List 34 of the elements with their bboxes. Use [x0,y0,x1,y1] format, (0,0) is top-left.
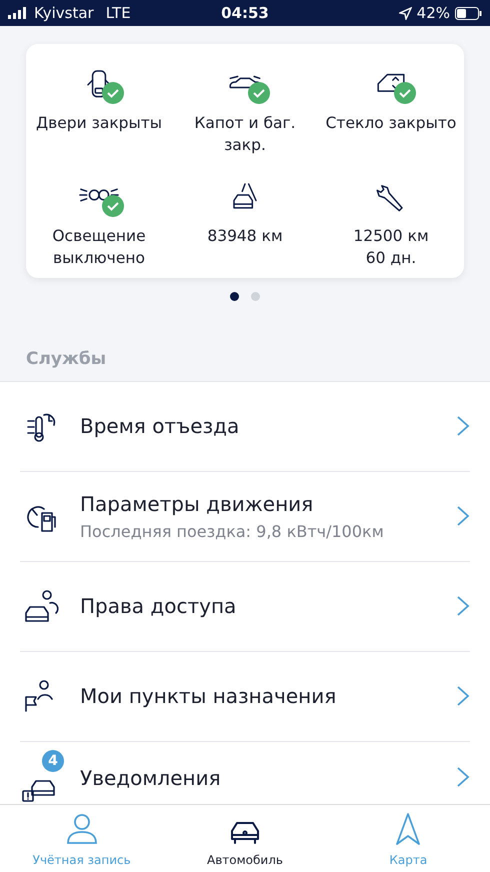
location-arrow-icon [398,6,412,20]
page-dot[interactable] [251,292,260,301]
status-label: 83948 км [207,226,283,247]
tab[interactable]: Автомобиль [163,805,327,872]
section-title: Службы [26,348,108,369]
service-title: Уведомления [80,766,222,790]
chevron-right-icon [456,595,470,618]
chevron-right-icon [456,685,470,708]
service-subtitle: Последняя поездка: 9,8 кВтч/100км [80,522,385,541]
service-item[interactable]: Мои пункты назначения [20,652,470,742]
status-label: Капот и баг. закр. [193,113,297,156]
chevron-right-icon [456,766,470,788]
service-title: Параметры движения [80,492,314,516]
status-label: Освещение выключено [51,226,147,270]
service-item[interactable]: Права доступа [20,562,470,652]
chevron-right-icon [456,505,470,528]
car-alert-icon [22,780,56,802]
service-title: Права доступа [80,594,238,618]
service-item[interactable]: Время отъезда [20,382,470,472]
service-title: Время отъезда [80,414,240,438]
clock: 04:53 [221,4,269,22]
notification-badge: 4 [42,750,64,772]
battery-icon [455,6,482,20]
status-label: Двери закрыты [36,113,162,134]
page-dot[interactable] [230,292,239,301]
service-item[interactable]: Параметры движения Последняя поездка: 9,8 кВтч/100км [20,472,470,562]
chevron-right-icon [456,415,470,438]
network-type: LTE [106,4,131,22]
carrier-name: Kyivstar [34,4,94,22]
status-label: 12500 км 60 дн. [353,226,429,270]
signal-icon [8,7,28,19]
status-label: Стекло закрыто [326,113,456,134]
service-title: Мои пункты назначения [80,684,338,708]
battery-percent: 42% [416,4,450,22]
